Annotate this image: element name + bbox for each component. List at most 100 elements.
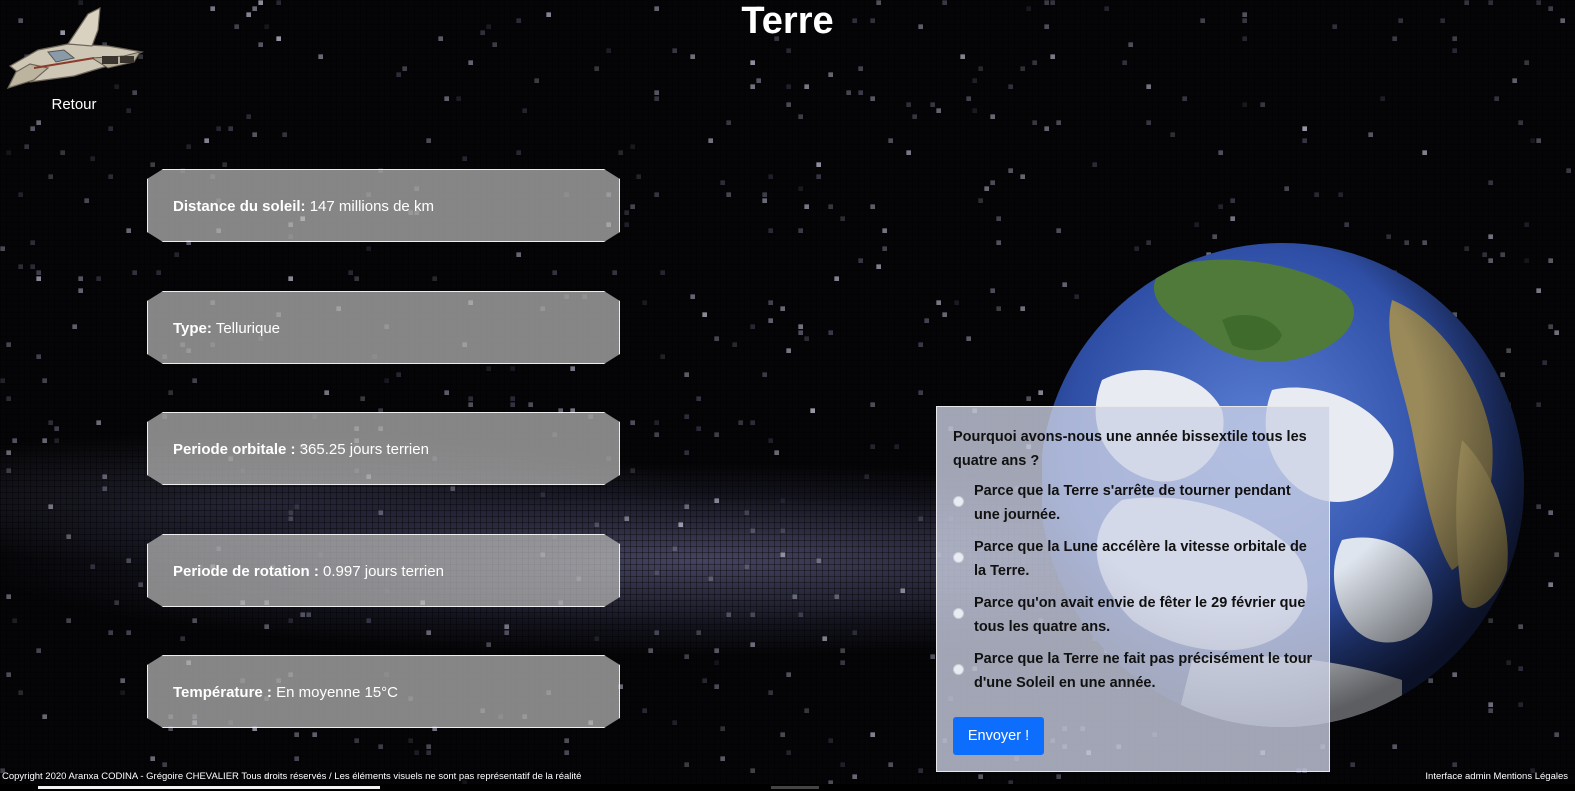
star (1056, 120, 1061, 125)
star (1050, 54, 1055, 59)
star (816, 174, 821, 179)
star (942, 312, 947, 317)
star (114, 600, 119, 605)
star (528, 402, 533, 407)
star (978, 198, 983, 203)
star (918, 516, 923, 521)
star (618, 150, 623, 155)
star (96, 276, 101, 281)
admin-link[interactable]: Interface admin (1425, 771, 1490, 782)
star (996, 306, 1001, 311)
star (1212, 234, 1217, 239)
star (402, 66, 407, 71)
star (486, 366, 491, 371)
info-label: Periode de rotation : (173, 563, 319, 580)
copyright-text: Copyright 2020 Aranxa CODINA - Grégoire … (2, 771, 582, 782)
info-card-rotation-period: Periode de rotation : 0.997 jours terrie… (147, 534, 620, 607)
star (624, 210, 629, 215)
star (990, 114, 995, 119)
star (786, 84, 791, 89)
quiz-option[interactable]: Parce que la Terre s'arrête de tourner p… (953, 479, 1313, 527)
star (750, 60, 755, 65)
star (36, 120, 41, 125)
radio-button[interactable] (953, 608, 964, 619)
star (294, 504, 299, 509)
radio-button[interactable] (953, 496, 964, 507)
star (762, 198, 767, 203)
star (960, 54, 965, 59)
star (288, 510, 293, 515)
horizontal-scrollbar[interactable] (0, 784, 1575, 791)
quiz-option[interactable]: Parce que la Terre ne fait pas préciséme… (953, 647, 1313, 695)
star (48, 174, 53, 179)
star (672, 720, 677, 725)
star (432, 276, 437, 281)
star (780, 498, 785, 503)
scrollbar-thumb[interactable] (38, 786, 380, 789)
star (654, 432, 659, 437)
star (1020, 66, 1025, 71)
star (294, 732, 299, 737)
star (822, 636, 827, 641)
submit-button[interactable]: Envoyer ! (953, 717, 1044, 755)
star (648, 648, 653, 653)
star (786, 750, 791, 755)
star (750, 420, 755, 425)
star (384, 378, 389, 383)
star (12, 438, 17, 443)
star (30, 126, 35, 131)
star (444, 390, 449, 395)
star (888, 762, 893, 767)
spaceship-icon (6, 6, 145, 89)
star (1170, 132, 1175, 137)
star (768, 318, 773, 323)
back-button[interactable]: Retour (4, 6, 146, 118)
star (972, 78, 977, 83)
star (1302, 126, 1307, 131)
star (852, 630, 857, 635)
quiz-option[interactable]: Parce qu'on avait envie de fêter le 29 f… (953, 591, 1313, 639)
star (1260, 102, 1265, 107)
star (810, 408, 815, 413)
star (516, 150, 521, 155)
star (504, 630, 509, 635)
info-label: Distance du soleil: (173, 198, 306, 215)
star (834, 594, 839, 599)
star (1494, 96, 1499, 101)
star (252, 132, 257, 137)
star (840, 648, 845, 653)
info-value: 147 millions de km (309, 198, 434, 215)
star (726, 192, 731, 197)
star (30, 264, 35, 269)
star (18, 690, 23, 695)
star (30, 240, 35, 245)
star (6, 450, 11, 455)
star (1536, 138, 1541, 143)
star (0, 246, 5, 251)
star (1194, 222, 1199, 227)
star (702, 312, 707, 317)
star (888, 138, 893, 143)
radio-button[interactable] (953, 552, 964, 563)
quiz-option[interactable]: Parce que la Lune accélère la vitesse or… (953, 535, 1313, 583)
info-card-type: Type: Tellurique (147, 291, 620, 364)
star (102, 486, 107, 491)
scrollbar-thumb-secondary[interactable] (771, 786, 819, 789)
info-card-distance: Distance du soleil: 147 millions de km (147, 169, 620, 242)
star (66, 618, 71, 623)
star (750, 642, 755, 647)
quiz-option-label: Parce que la Terre s'arrête de tourner p… (974, 483, 1291, 523)
star (762, 192, 767, 197)
star (18, 264, 23, 269)
star (1032, 60, 1037, 65)
star (408, 738, 413, 743)
star (6, 468, 11, 473)
legal-link[interactable]: Mentions Légales (1494, 771, 1568, 782)
star (1524, 222, 1529, 227)
star (720, 756, 725, 761)
star (684, 654, 689, 659)
star (246, 114, 251, 119)
star (636, 174, 641, 179)
footer: Copyright 2020 Aranxa CODINA - Grégoire … (0, 770, 1575, 784)
radio-button[interactable] (953, 664, 964, 675)
